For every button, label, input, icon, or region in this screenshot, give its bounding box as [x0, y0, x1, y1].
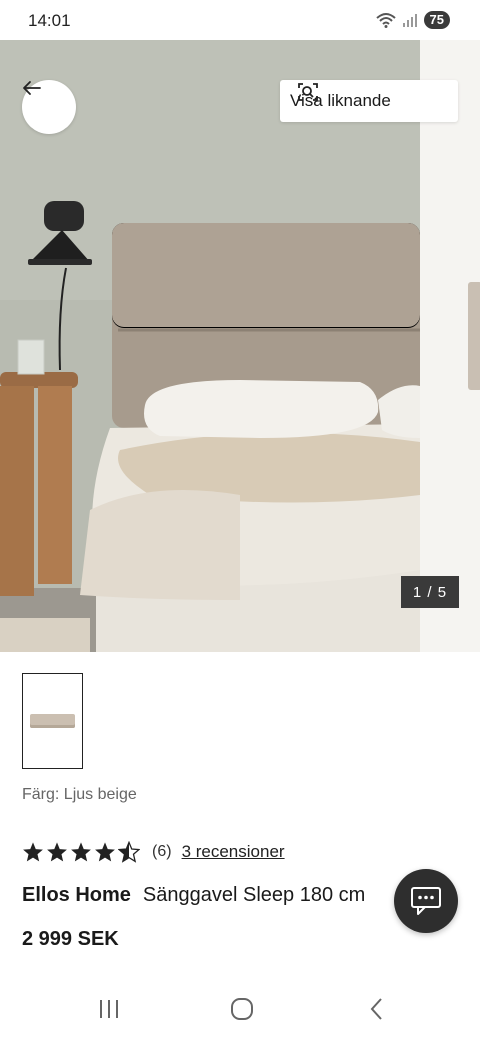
star-half-icon — [118, 841, 140, 863]
product-name: Sänggavel Sleep 180 cm — [142, 884, 366, 906]
product-price: 2 999 SEK — [22, 928, 119, 950]
recents-button[interactable] — [94, 994, 124, 1024]
star-icon — [71, 842, 91, 862]
home-icon — [231, 998, 253, 1020]
star-icon — [23, 842, 43, 862]
product-title: Ellos Home Sänggavel Sleep 180 cm — [22, 884, 365, 907]
recents-icon — [100, 1000, 118, 1018]
product-photo — [0, 40, 480, 652]
star-icon — [47, 842, 67, 862]
back-chevron-icon — [370, 998, 382, 1020]
back-button[interactable] — [22, 80, 76, 134]
visual-search-icon — [298, 83, 318, 101]
chat-bubble-icon — [411, 887, 441, 915]
chat-button[interactable] — [394, 869, 458, 933]
signal-icon — [402, 14, 417, 27]
color-label: Färg: Ljus beige — [22, 786, 137, 803]
product-image-carousel[interactable]: Visa liknande 1 / 5 — [0, 40, 480, 652]
home-button[interactable] — [227, 994, 257, 1024]
wifi-icon — [375, 13, 396, 28]
brand-name: Ellos Home — [22, 884, 131, 906]
system-nav-bar — [0, 978, 480, 1040]
rating-row: (6) 3 recensioner — [22, 841, 285, 863]
thumbnail-image — [30, 714, 75, 728]
color-thumbnail[interactable] — [22, 673, 83, 769]
show-similar-button[interactable]: Visa liknande — [280, 80, 458, 122]
status-bar: 14:01 75 — [0, 0, 480, 40]
star-rating — [22, 841, 140, 863]
battery-badge: 75 — [423, 11, 450, 29]
star-icon — [95, 842, 115, 862]
system-back-button[interactable] — [362, 994, 392, 1024]
image-pager: 1 / 5 — [401, 576, 459, 608]
status-icons: 75 — [375, 11, 450, 29]
rating-count: (6) — [152, 843, 172, 860]
reviews-link[interactable]: 3 recensioner — [182, 842, 285, 862]
arrow-left-icon — [23, 81, 41, 95]
status-time: 14:01 — [28, 11, 71, 30]
